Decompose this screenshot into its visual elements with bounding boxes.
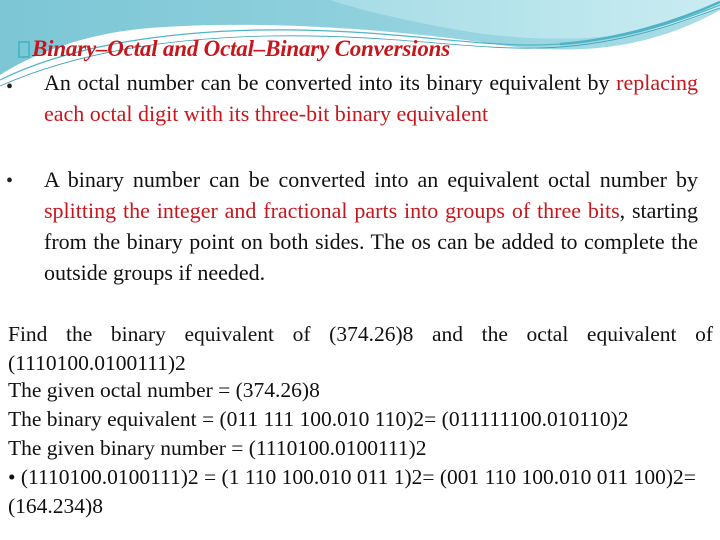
slide-title-text: Binary–Octal and Octal–Binary Conversion… <box>32 36 450 61</box>
bullet-dot-icon: • <box>6 76 14 98</box>
bullet-text-plain: An octal number can be converted into it… <box>44 70 617 95</box>
solution-line-2: The binary equivalent = (011 111 100.010… <box>8 407 629 431</box>
slide-title: Binary–Octal and Octal–Binary Conversion… <box>18 36 450 62</box>
bullet-text-2: A binary number can be converted into an… <box>44 164 698 288</box>
bullet-text-plain: A binary number can be converted into an… <box>44 167 698 192</box>
solution-line-4: • (1110100.0100111)2 = (1 110 100.010 01… <box>8 465 696 518</box>
checkbox-bullet-icon <box>18 41 30 58</box>
solution-line-3: The given binary number = (1110100.01001… <box>8 436 427 460</box>
bullet-text-1: An octal number can be converted into it… <box>44 67 698 129</box>
bullet-dot-icon: • <box>6 170 14 192</box>
solution-line-1: The given octal number = (374.26)8 <box>8 378 320 402</box>
bullet-text-highlight: splitting the integer and fractional par… <box>44 198 620 223</box>
question-text: Find the binary equivalent of (374.26)8 … <box>8 322 713 375</box>
